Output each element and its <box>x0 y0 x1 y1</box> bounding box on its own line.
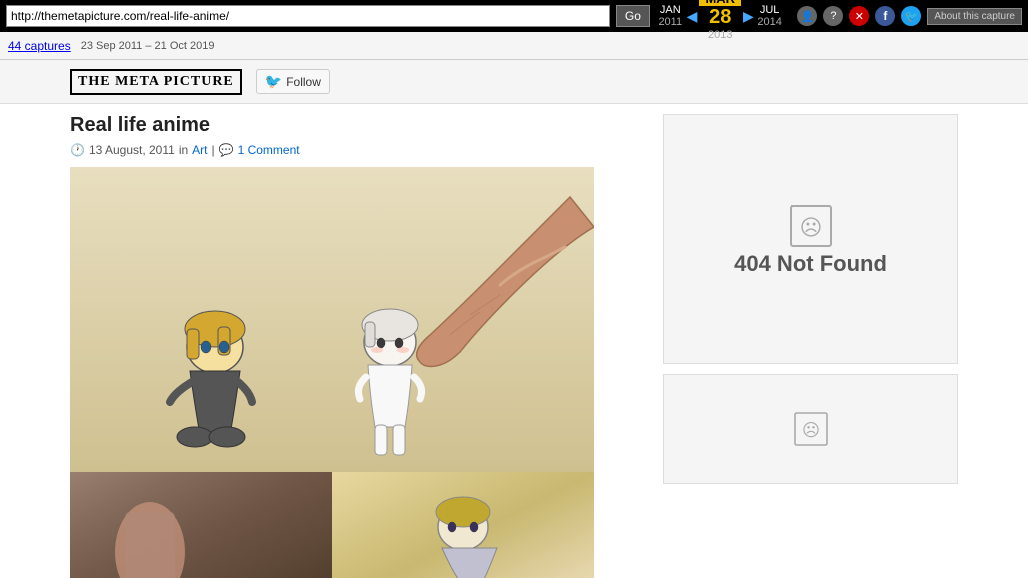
go-button[interactable]: Go <box>616 5 650 27</box>
year-2013: 2013 <box>708 29 732 41</box>
day-number: 28 <box>705 6 735 29</box>
not-found-box-2: ☹ <box>663 374 958 484</box>
main-content: Real life anime 🕐 13 August, 2011 in Art… <box>0 104 1028 578</box>
svg-text:☹: ☹ <box>801 420 819 440</box>
thumbnail-images <box>70 472 643 578</box>
content-right: ☹ 404 Not Found ☹ <box>663 114 958 568</box>
captures-link[interactable]: 44 captures <box>8 39 71 53</box>
close-icon[interactable]: ✕ <box>849 6 869 26</box>
site-logo[interactable]: THE META PICTURE <box>70 69 242 95</box>
thumbnail-2 <box>332 472 594 578</box>
next-arrow[interactable]: ▶ <box>743 8 754 25</box>
jan-month[interactable]: JAN <box>656 4 685 16</box>
clock-icon: 🕐 <box>70 143 85 157</box>
separator: | <box>212 143 215 157</box>
twitter-icon[interactable]: 🐦 <box>901 6 921 26</box>
jul-month[interactable]: JUL <box>756 4 784 16</box>
captures-date: 23 Sep 2011 – 21 Oct 2019 <box>81 40 215 52</box>
about-capture-button[interactable]: About this capture <box>927 8 1022 25</box>
captures-bar: 44 captures 23 Sep 2011 – 21 Oct 2019 <box>0 32 1028 60</box>
comment-link[interactable]: 1 Comment <box>238 143 300 157</box>
thumbnail-1 <box>70 472 332 578</box>
post-date: 13 August, 2011 <box>89 143 175 157</box>
follow-button[interactable]: 🐦 Follow <box>256 69 330 94</box>
toolbar-icons: 👤 ? ✕ f 🐦 About this capture <box>797 6 1022 26</box>
year-2014: 2014 <box>757 16 781 28</box>
post-title: Real life anime <box>70 114 643 137</box>
prev-arrow[interactable]: ◀ <box>687 8 698 25</box>
user-icon[interactable]: 👤 <box>797 6 817 26</box>
mar-nav: MAR 28 2013 <box>699 0 741 41</box>
jan-nav: JAN 2011 <box>656 4 685 28</box>
facebook-icon[interactable]: f <box>875 6 895 26</box>
not-found-box-1: ☹ 404 Not Found <box>663 114 958 364</box>
post-category[interactable]: Art <box>192 143 207 157</box>
svg-text:☹: ☹ <box>799 215 822 240</box>
main-image-svg <box>70 167 594 472</box>
twitter-bird-icon: 🐦 <box>265 73 282 90</box>
wayback-nav: JAN 2011 ◀ MAR 28 2013 ▶ JUL 2014 <box>656 0 784 41</box>
post-images <box>70 167 643 578</box>
wayback-toolbar: Go JAN 2011 ◀ MAR 28 2013 ▶ JUL 2014 👤 ?… <box>0 0 1028 32</box>
broken-image-icon-2: ☹ <box>791 409 831 449</box>
broken-image-icon: ☹ <box>786 201 836 251</box>
year-2011: 2011 <box>658 16 682 28</box>
jul-nav: JUL 2014 <box>756 4 784 28</box>
comment-icon: 💬 <box>219 143 234 157</box>
in-label: in <box>179 143 188 157</box>
content-left: Real life anime 🕐 13 August, 2011 in Art… <box>70 114 643 568</box>
follow-label: Follow <box>286 75 321 89</box>
url-input[interactable] <box>6 5 610 27</box>
main-post-image <box>70 167 594 472</box>
post-meta: 🕐 13 August, 2011 in Art | 💬 1 Comment <box>70 143 643 157</box>
not-found-label: 404 Not Found <box>734 251 887 277</box>
help-icon[interactable]: ? <box>823 6 843 26</box>
site-header: THE META PICTURE 🐦 Follow <box>0 60 1028 104</box>
